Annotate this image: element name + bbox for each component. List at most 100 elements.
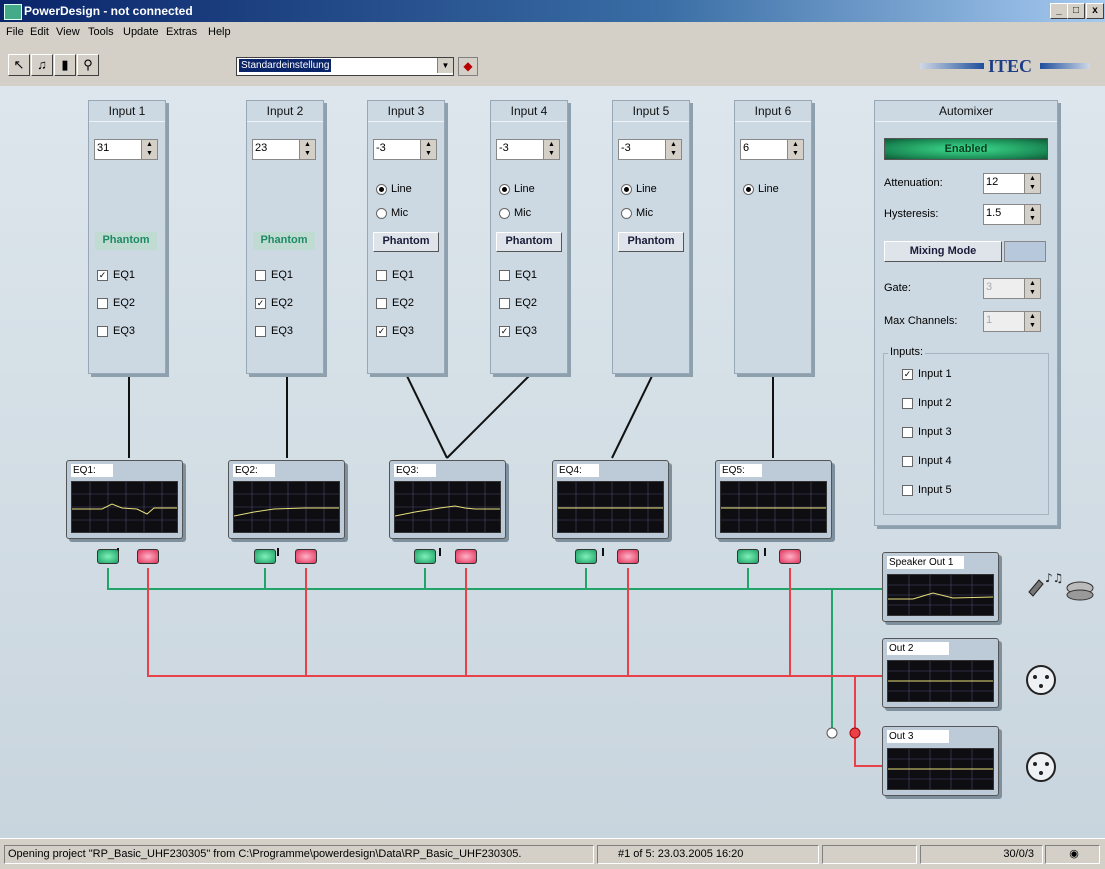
- eq3-checkbox[interactable]: ✓ EQ3: [376, 325, 414, 337]
- xlr-connector-icon: [1026, 665, 1056, 695]
- output-label: Speaker Out 1: [887, 556, 964, 569]
- gain-spinner[interactable]: -3 ▲ ▼: [373, 139, 437, 160]
- eq3-checkbox[interactable]: EQ3: [255, 325, 293, 337]
- eq2-checkbox[interactable]: ✓ EQ2: [255, 297, 293, 309]
- eq2-checkbox[interactable]: EQ2: [97, 297, 135, 309]
- levels-tool-icon[interactable]: ▮: [54, 54, 76, 76]
- speaker-headset-icon: ♪♫: [1028, 571, 1094, 601]
- eq2-checkbox[interactable]: EQ2: [499, 297, 537, 309]
- gain-spinner[interactable]: -3 ▲ ▼: [496, 139, 560, 160]
- output-graph: [887, 660, 994, 702]
- eq-tool-icon[interactable]: ♫: [31, 54, 53, 76]
- route-red-button-2[interactable]: [295, 549, 317, 564]
- phantom-button[interactable]: Phantom: [496, 232, 562, 252]
- eq-graph: [233, 481, 340, 533]
- hysteresis-spinner[interactable]: 1.5 ▲ ▼: [983, 204, 1041, 225]
- line-radio[interactable]: Line: [499, 183, 535, 195]
- automixer-input-2-checkbox[interactable]: Input 2: [902, 397, 952, 409]
- eq-module-4[interactable]: EQ4:: [552, 460, 669, 539]
- automixer-input-3-checkbox[interactable]: Input 3: [902, 426, 952, 438]
- route-green-button-5[interactable]: [737, 549, 759, 564]
- eq1-checkbox[interactable]: EQ1: [376, 269, 414, 281]
- eq-label: EQ3:: [394, 464, 436, 477]
- max-channels-spinner[interactable]: 1 ▲ ▼: [983, 311, 1041, 332]
- status-bar: Opening project "RP_Basic_UHF230305" fro…: [0, 838, 1105, 869]
- mixing-mode-toggle[interactable]: [1004, 241, 1046, 262]
- input-panel-4: Input 4 -3 ▲ ▼ Line Mic Phantom EQ1 EQ2 ✓ E…: [490, 100, 568, 374]
- menu-file[interactable]: File: [6, 26, 24, 38]
- automixer-input-4-checkbox[interactable]: Input 4: [902, 455, 952, 467]
- phantom-button[interactable]: Phantom: [95, 232, 157, 250]
- close-button[interactable]: x: [1086, 3, 1104, 19]
- line-radio[interactable]: Line: [376, 183, 412, 195]
- chevron-down-icon[interactable]: ▼: [437, 58, 453, 73]
- eq1-checkbox[interactable]: EQ1: [499, 269, 537, 281]
- eq3-checkbox[interactable]: ✓ EQ3: [499, 325, 537, 337]
- input-title: Input 2: [247, 101, 323, 122]
- menu-bar: File Edit View Tools Update Extras Help: [0, 22, 1105, 44]
- gain-spinner[interactable]: 31 ▲ ▼: [94, 139, 158, 160]
- gain-spinner[interactable]: 6 ▲ ▼: [740, 139, 804, 160]
- mic-radio[interactable]: Mic: [376, 207, 408, 219]
- route-green-button-1[interactable]: [97, 549, 119, 564]
- route-red-button-1[interactable]: [137, 549, 159, 564]
- line-radio[interactable]: Line: [621, 183, 657, 195]
- itec-logo: ITEC: [920, 56, 1090, 76]
- output-graph: [887, 748, 994, 790]
- attenuation-label: Attenuation:: [884, 177, 943, 189]
- input-panel-2: Input 2 23 ▲ ▼ Phantom EQ1 ✓ EQ2 EQ3: [246, 100, 324, 374]
- output-out-2[interactable]: Out 2: [882, 638, 999, 708]
- mic-radio[interactable]: Mic: [621, 207, 653, 219]
- gain-spinner[interactable]: 23 ▲ ▼: [252, 139, 316, 160]
- output-out-3[interactable]: Out 3: [882, 726, 999, 796]
- eq-module-2[interactable]: EQ2:: [228, 460, 345, 539]
- eq3-checkbox[interactable]: EQ3: [97, 325, 135, 337]
- route-green-button-4[interactable]: [575, 549, 597, 564]
- load-preset-button[interactable]: ◆: [458, 57, 478, 76]
- attenuation-spinner[interactable]: 12 ▲ ▼: [983, 173, 1041, 194]
- phantom-button[interactable]: Phantom: [618, 232, 684, 252]
- menu-tools[interactable]: Tools: [88, 26, 114, 38]
- route-red-button-4[interactable]: [617, 549, 639, 564]
- line-radio[interactable]: Line: [743, 183, 779, 195]
- input-panel-6: Input 6 6 ▲ ▼ Line: [734, 100, 812, 374]
- mixing-mode-button[interactable]: Mixing Mode: [884, 241, 1002, 262]
- eq-label: EQ2:: [233, 464, 275, 477]
- eq1-checkbox[interactable]: EQ1: [255, 269, 293, 281]
- phantom-button[interactable]: Phantom: [253, 232, 315, 250]
- output-speaker-out-1[interactable]: Speaker Out 1: [882, 552, 999, 622]
- menu-help[interactable]: Help: [208, 26, 231, 38]
- automixer-inputs-group: Inputs: ✓ Input 1 Input 2 Input 3 Input 4…: [883, 346, 1049, 515]
- eq-module-3[interactable]: EQ3:: [389, 460, 506, 539]
- inputs-group-label: Inputs:: [888, 346, 926, 358]
- gain-spinner[interactable]: -3 ▲ ▼: [618, 139, 682, 160]
- menu-view[interactable]: View: [56, 26, 80, 38]
- menu-extras[interactable]: Extras: [166, 26, 197, 38]
- route-green-button-2[interactable]: [254, 549, 276, 564]
- route-red-button-3[interactable]: [455, 549, 477, 564]
- automixer-enabled-button[interactable]: Enabled: [884, 138, 1048, 160]
- minimize-button[interactable]: _: [1050, 3, 1068, 19]
- eq-module-5[interactable]: EQ5:: [715, 460, 832, 539]
- menu-edit[interactable]: Edit: [30, 26, 49, 38]
- eq2-checkbox[interactable]: EQ2: [376, 297, 414, 309]
- hysteresis-label: Hysteresis:: [884, 208, 939, 220]
- menu-update[interactable]: Update: [123, 26, 158, 38]
- automixer-panel: Automixer Enabled Attenuation: 12 ▲ ▼ Hyst…: [874, 100, 1058, 526]
- route-green-button-3[interactable]: [414, 549, 436, 564]
- pointer-tool-icon[interactable]: ↖: [8, 54, 30, 76]
- phantom-button[interactable]: Phantom: [373, 232, 439, 252]
- gate-label: Gate:: [884, 282, 911, 294]
- maximize-button[interactable]: □: [1067, 3, 1085, 19]
- eq-module-1[interactable]: EQ1:: [66, 460, 183, 539]
- automixer-input-1-checkbox[interactable]: ✓ Input 1: [902, 368, 952, 380]
- search-icon[interactable]: ⚲: [77, 54, 99, 76]
- automixer-input-5-checkbox[interactable]: Input 5: [902, 484, 952, 496]
- eq1-checkbox[interactable]: ✓ EQ1: [97, 269, 135, 281]
- preset-select[interactable]: Standardeinstellung ▼: [236, 57, 454, 76]
- route-red-button-5[interactable]: [779, 549, 801, 564]
- xlr-connector-icon: [1026, 752, 1056, 782]
- gate-spinner[interactable]: 3 ▲ ▼: [983, 278, 1041, 299]
- mic-radio[interactable]: Mic: [499, 207, 531, 219]
- routing-canvas: Input 1 31 ▲ ▼ Phantom ✓ EQ1 EQ2 EQ3 Input …: [0, 86, 1105, 838]
